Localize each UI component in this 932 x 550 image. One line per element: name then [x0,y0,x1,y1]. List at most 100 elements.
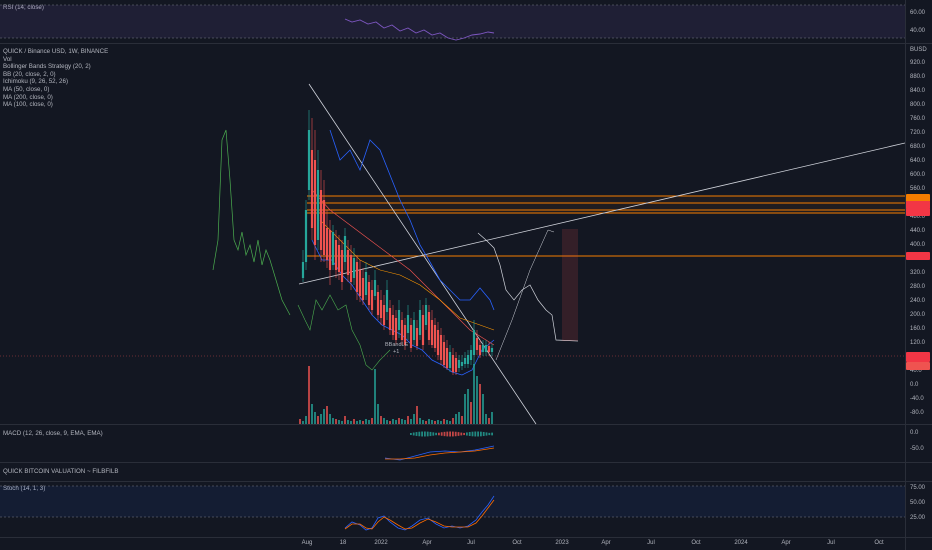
volume-bar [380,416,382,424]
price-tick: -80.0 [910,410,924,416]
volume-bar [383,418,385,424]
volume-bar [320,414,322,424]
volume-bar [344,416,346,424]
volume-bar [461,416,463,424]
candle-body [400,320,404,340]
rsi-band [0,5,905,38]
macd-histogram-bar [466,432,468,436]
candle-body [358,270,362,296]
candle-body [355,262,359,292]
candle-body [370,290,374,310]
bollinger-upper [329,129,495,311]
price-tick: 400.0 [910,242,926,248]
candle-body [427,312,431,340]
candle-body [424,305,428,325]
candle-body [304,210,308,262]
ichimoku-lagging-line [297,294,391,371]
volume-bar [491,412,493,424]
volume-bar [356,421,358,424]
time-tick: Oct [691,540,701,546]
candle-body [385,290,389,312]
candle-body [481,345,485,352]
volume-bar [467,389,469,424]
macd-tick: 0.0 [910,430,919,436]
macd-histogram-bar [435,432,437,436]
price-tick: 320.0 [910,270,926,276]
candle-body [352,258,356,278]
stoch-band [0,486,905,517]
time-tick: Apr [781,540,791,546]
candle-body [412,320,416,340]
volume-bar [485,414,487,424]
rsi-tick: 60.00 [910,10,926,16]
volume-bar [338,420,340,424]
candle-body [316,170,320,240]
time-axis[interactable] [0,537,905,550]
price-tick: 680.0 [910,144,926,150]
candle-body [490,348,494,352]
macd-histogram-bar [482,431,485,437]
candle-body [388,308,392,330]
price-tick: 880.0 [910,74,926,80]
macd-histogram-bar [424,431,426,437]
candle-body [460,362,464,366]
volume-bar [377,404,379,424]
macd-tick: -50.0 [910,446,924,452]
volume-bar [386,420,388,424]
candle-body [472,330,476,355]
macd-histogram-bar [415,432,418,436]
volume-bar [404,420,406,424]
strategy-signal-label: BBandLE [385,342,409,348]
candle-body [313,160,317,245]
candle-body [475,338,479,350]
time-tick: 2022 [374,540,388,546]
volume-bar [374,369,376,424]
macd-histogram-bar [454,431,457,437]
stoch-tick: 50.00 [910,500,926,506]
chart-canvas[interactable] [0,0,905,550]
candle-body [433,325,437,348]
volume-bar [401,419,403,424]
macd-histogram-bar [426,431,429,437]
time-tick: Apr [422,540,432,546]
time-tick: Aug [301,540,313,546]
macd-histogram-bar [440,432,443,436]
macd-histogram-bar [457,432,460,436]
volume-bar [446,420,448,424]
price-tick: 840.0 [910,88,926,94]
price-tick: 440.0 [910,228,926,234]
volume-bar [398,418,400,424]
price-tick: 120.0 [910,340,926,346]
volume-bar [308,366,310,424]
candle-body [436,330,440,355]
volume-bar [458,412,460,424]
candle-body [439,335,443,360]
volume-bar [395,420,397,424]
macd-histogram-bar [432,432,435,436]
candle-body [484,345,488,352]
candle-body [448,352,452,368]
volume-bar [305,416,307,424]
price-tick: 640.0 [910,158,926,164]
volume-bar [428,419,430,424]
ichimoku-lagging-line [212,129,291,316]
price-level-tag [906,208,930,216]
volume-bar [350,421,352,424]
candle-body [382,305,386,325]
volume-bar [332,418,334,424]
macd-histogram-bar [446,431,449,437]
macd-histogram-bar [452,431,454,437]
candle-body [442,342,446,365]
macd-histogram-bar [485,432,488,436]
candle-body [451,355,455,372]
candle-body [376,292,380,315]
macd-histogram-bar [429,431,432,437]
macd-histogram-bar [463,432,465,436]
volume-bar [419,418,421,424]
time-tick: Oct [874,540,884,546]
macd-histogram-bar [418,431,421,437]
volume-bar [341,421,343,424]
time-tick: 2023 [555,540,569,546]
stoch-tick: 25.00 [910,515,926,521]
candle-body [457,360,461,368]
